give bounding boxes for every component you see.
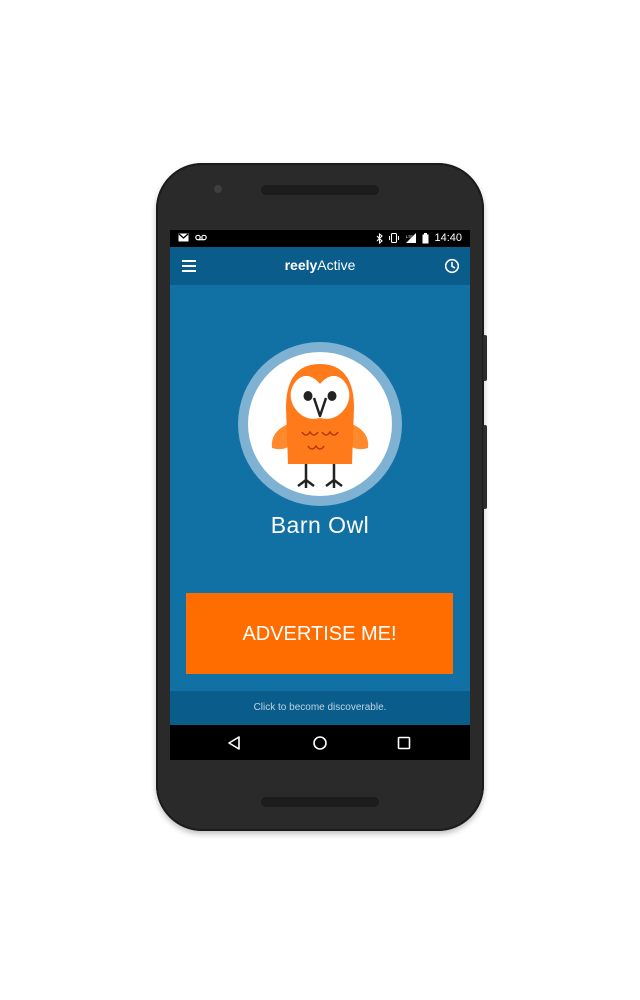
avatar-image <box>248 352 392 496</box>
app-title-bold: reely <box>284 257 318 273</box>
svg-text:LTE: LTE <box>406 234 413 239</box>
top-speaker-grille <box>261 185 379 195</box>
app-toolbar: reelyActive <box>170 247 470 285</box>
volume-rocker <box>483 425 487 509</box>
bottom-speaker-grille <box>261 797 379 807</box>
app-title-rest: Active <box>317 257 356 273</box>
main-content: Barn Owl ADVERTISE ME! <box>170 285 470 691</box>
advertise-button[interactable]: ADVERTISE ME! <box>186 593 453 674</box>
avatar <box>238 342 402 506</box>
phone-frame: LTE 14:40 reelyActive Barn Owl ADVERTISE… <box>156 163 487 831</box>
clock-icon[interactable] <box>444 258 460 274</box>
front-camera <box>214 185 222 193</box>
bluetooth-icon <box>377 232 384 244</box>
status-time: 14:40 <box>434 232 462 244</box>
voicemail-icon <box>195 234 207 241</box>
system-nav-bar <box>170 725 470 760</box>
discoverable-hint: Click to become discoverable. <box>170 691 470 725</box>
recents-square-icon[interactable] <box>395 734 413 752</box>
gmail-icon <box>178 233 189 242</box>
profile-name: Barn Owl <box>270 512 370 538</box>
back-triangle-icon[interactable] <box>226 734 244 752</box>
home-circle-icon[interactable] <box>311 734 329 752</box>
app-title: reelyActive <box>170 257 470 273</box>
vibrate-icon <box>389 233 400 243</box>
status-bar: LTE 14:40 <box>170 230 470 247</box>
power-button <box>483 335 487 381</box>
screen: LTE 14:40 reelyActive Barn Owl ADVERTISE… <box>170 230 470 760</box>
battery-icon <box>422 232 429 243</box>
lte-signal-icon: LTE <box>406 232 417 243</box>
barn-owl-illustration <box>271 364 369 488</box>
